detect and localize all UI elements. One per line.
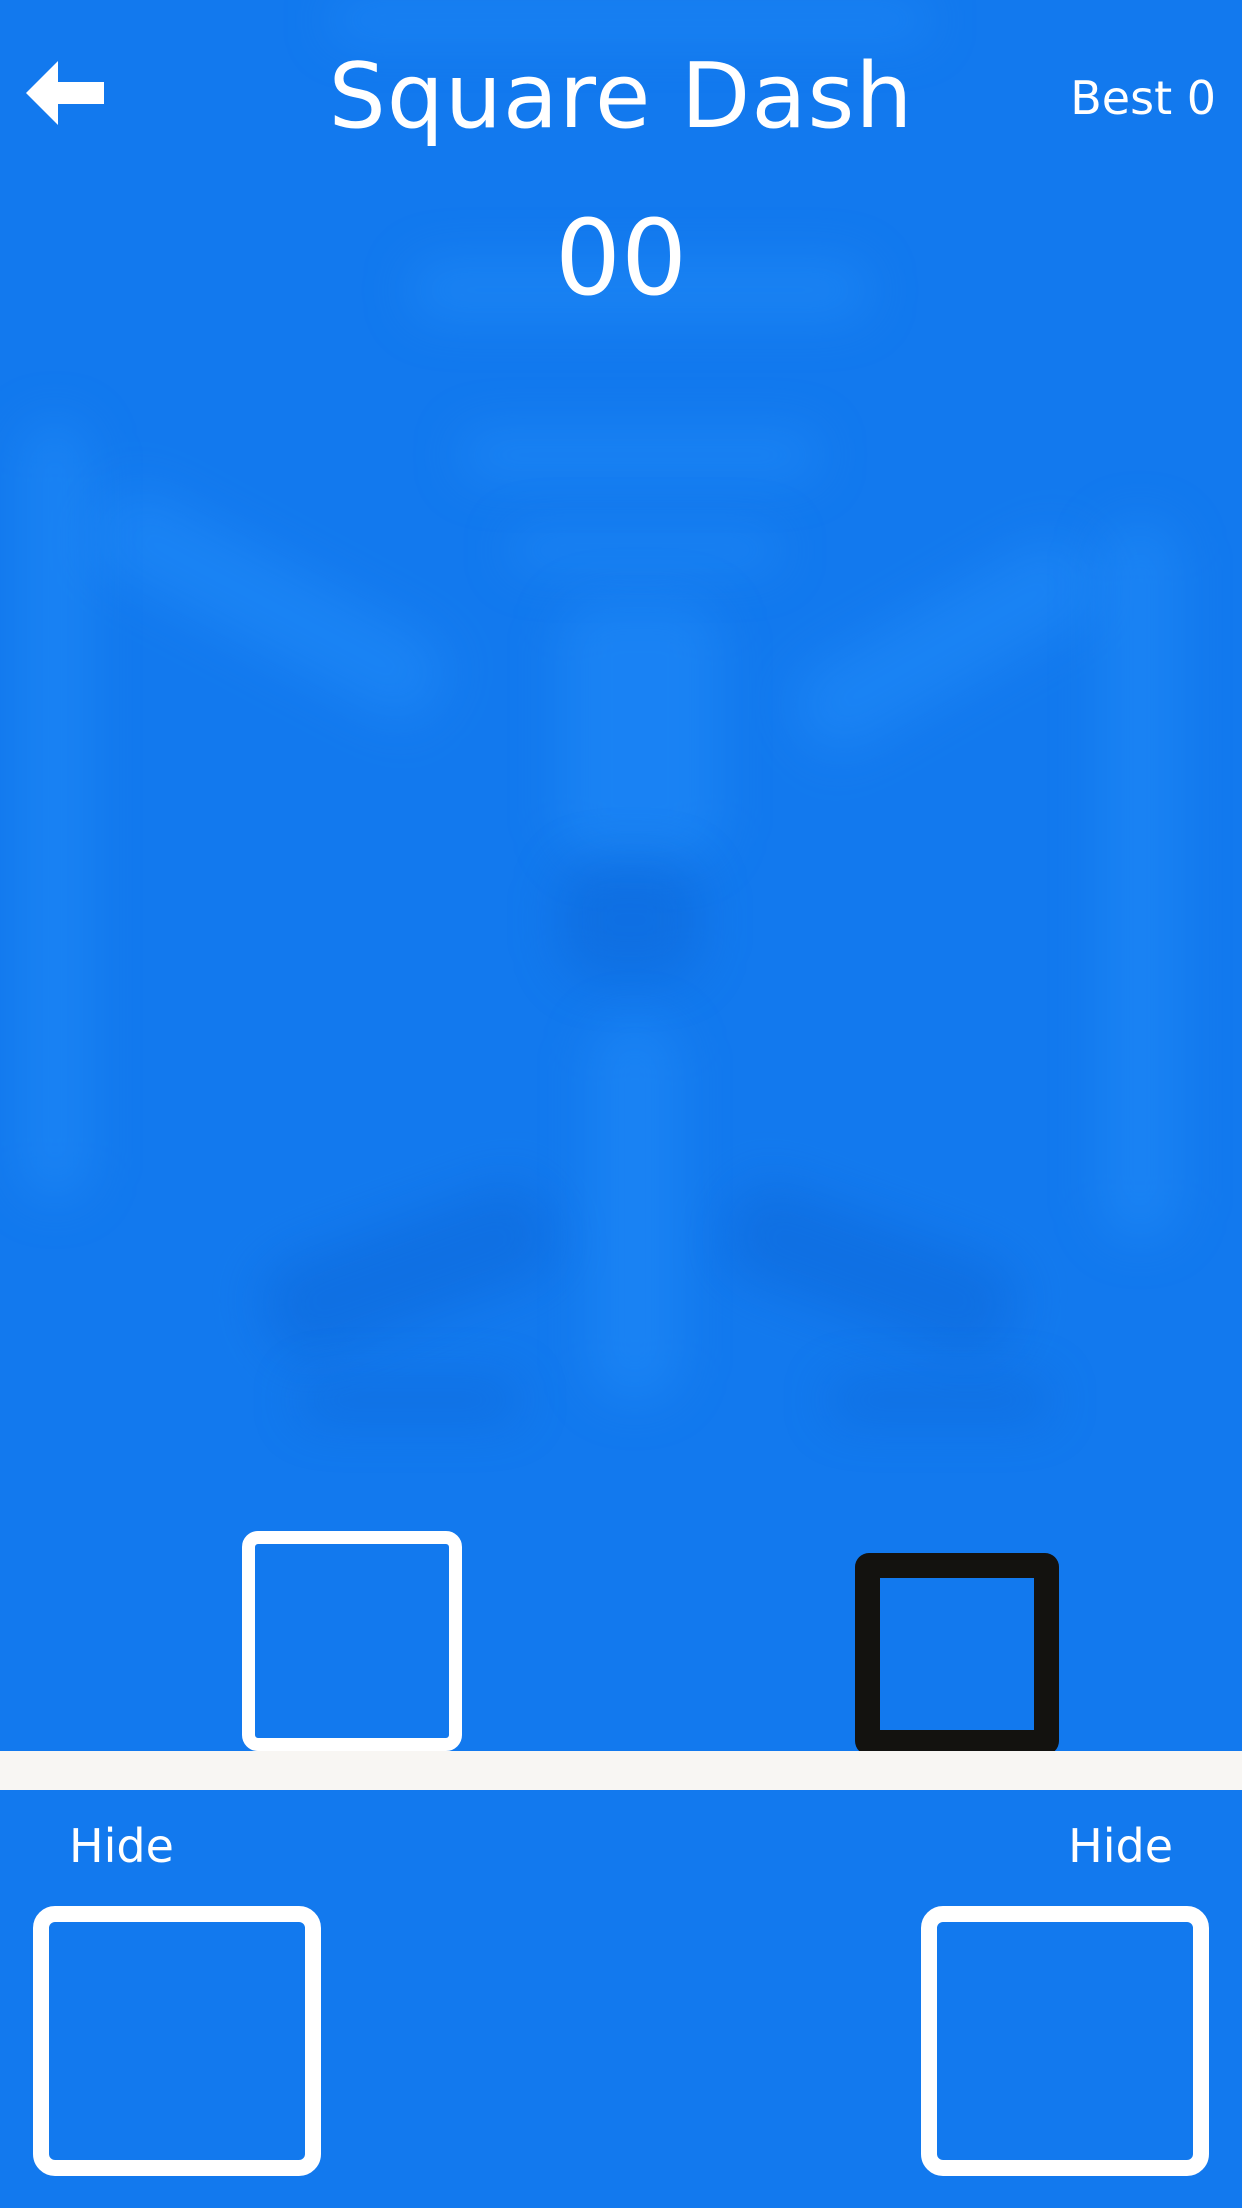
background-blur (560, 600, 720, 860)
background-blur (560, 860, 700, 980)
right-hide-button[interactable] (921, 1906, 1209, 2176)
background-blur (20, 420, 90, 1200)
left-hide-label: Hide (69, 1819, 174, 1873)
background-blur (460, 430, 820, 480)
background-blur (300, 1380, 520, 1420)
background-blur (830, 1380, 1050, 1420)
obstacle-square (855, 1553, 1059, 1755)
background-blur (81, 476, 459, 734)
player-square (242, 1531, 462, 1751)
right-hide-label: Hide (1068, 1819, 1173, 1873)
background-blur (779, 523, 1111, 767)
background-blur (590, 1020, 680, 1400)
background-blur (1100, 520, 1180, 1240)
background-blur (251, 1171, 569, 1369)
game-title: Square Dash (328, 44, 914, 149)
ground-line (0, 1751, 1242, 1790)
game-screen: Square Dash Best 0 00 Hide Hide (0, 0, 1242, 2208)
left-hide-button[interactable] (33, 1906, 321, 2176)
background-blur (510, 530, 780, 570)
background-blur (711, 1171, 1029, 1369)
current-score: 00 (554, 197, 688, 319)
background-blur (330, 0, 930, 40)
best-score: Best 0 (1070, 71, 1216, 125)
